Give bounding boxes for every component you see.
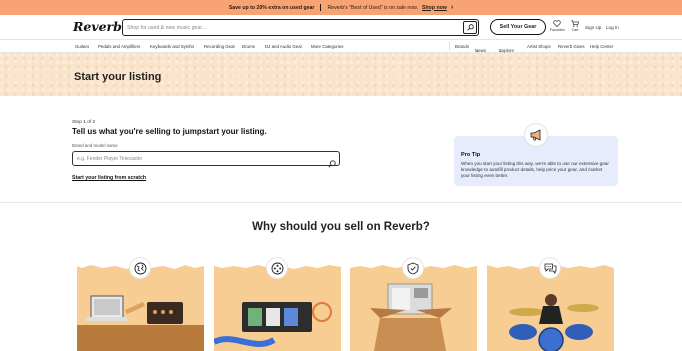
reverb-logo[interactable]: Reverb bbox=[73, 19, 122, 34]
brand-model-input[interactable]: e.g. Fender Player Telecaster bbox=[77, 156, 142, 162]
shop-now-link[interactable]: Shop now bbox=[422, 5, 447, 11]
favorites-label: Favorites bbox=[550, 28, 565, 32]
promo-divider bbox=[320, 4, 322, 11]
nav-divider bbox=[449, 42, 450, 51]
promo-banner: Save up to 20% extra on used gear Reverb… bbox=[0, 0, 682, 15]
log-in-link[interactable]: Log In bbox=[606, 25, 619, 30]
heart-icon bbox=[553, 20, 562, 27]
brand-model-label: Brand and model name bbox=[72, 143, 118, 148]
page-title: Start your listing bbox=[74, 71, 162, 83]
search-bar[interactable]: Shop for used & new music gear... bbox=[122, 19, 479, 36]
sign-up-link[interactable]: Sign Up bbox=[585, 25, 601, 30]
nav-item-reverb-gives[interactable]: Reverb Gives bbox=[558, 44, 585, 49]
promo-text: Save up to 20% extra on used gear bbox=[228, 4, 315, 11]
why-sell-heading: Why should you sell on Reverb? bbox=[252, 221, 430, 233]
page-hero: Start your listing bbox=[0, 53, 682, 96]
nav-item-recording[interactable]: Recording Gear bbox=[204, 44, 235, 49]
nav-item-help-center[interactable]: Help Center bbox=[590, 44, 613, 49]
site-header: Reverb Shop for used & new music gear...… bbox=[0, 15, 682, 40]
cart-label: Cart bbox=[571, 28, 579, 32]
nav-item-brands[interactable]: Brands bbox=[455, 44, 469, 49]
nav-item-more[interactable]: More Categories bbox=[311, 44, 343, 49]
cart-link[interactable]: Cart bbox=[571, 20, 579, 32]
globe-icon bbox=[129, 257, 151, 279]
pro-tip-title: Pro Tip bbox=[461, 152, 481, 158]
pro-tip-body: When you start your listing this way, we… bbox=[461, 161, 609, 178]
listing-question: Tell us what you're selling to jumpstart… bbox=[72, 127, 267, 136]
nav-item-artist-shops[interactable]: Artist Shops bbox=[527, 44, 551, 49]
brand-model-field[interactable]: e.g. Fender Player Telecaster bbox=[72, 151, 340, 168]
search-button[interactable] bbox=[463, 21, 477, 34]
search-icon[interactable] bbox=[328, 155, 336, 173]
category-nav: Guitars Pedals and Amplifiers Keyboards … bbox=[0, 40, 682, 53]
megaphone-icon bbox=[524, 123, 548, 147]
search-input[interactable]: Shop for used & new music gear... bbox=[127, 25, 206, 31]
cart-icon bbox=[571, 20, 579, 27]
favorites-link[interactable]: Favorites bbox=[550, 20, 565, 32]
section-divider bbox=[0, 202, 682, 203]
step-indicator: Step 1 of 2 bbox=[72, 120, 96, 125]
promo-subtext: Reverb's "Best of Used" is on sale now. bbox=[327, 4, 419, 11]
chat-bubbles-icon bbox=[539, 257, 561, 279]
start-from-scratch-link[interactable]: Start your listing from scratch bbox=[72, 175, 146, 181]
search-icon bbox=[466, 24, 474, 31]
community-icon bbox=[266, 257, 288, 279]
nav-item-guitars[interactable]: Guitars bbox=[75, 44, 89, 49]
chevron-right-icon: › bbox=[450, 4, 454, 11]
shield-check-icon bbox=[402, 257, 424, 279]
nav-item-pedals-amps[interactable]: Pedals and Amplifiers bbox=[98, 44, 140, 49]
nav-item-drums[interactable]: Drums bbox=[242, 44, 255, 49]
nav-item-keyboards[interactable]: Keyboards and Synths bbox=[150, 44, 194, 49]
nav-item-dj-audio[interactable]: DJ and Audio Gear bbox=[265, 44, 302, 49]
sell-your-gear-button[interactable]: Sell Your Gear bbox=[490, 19, 546, 35]
